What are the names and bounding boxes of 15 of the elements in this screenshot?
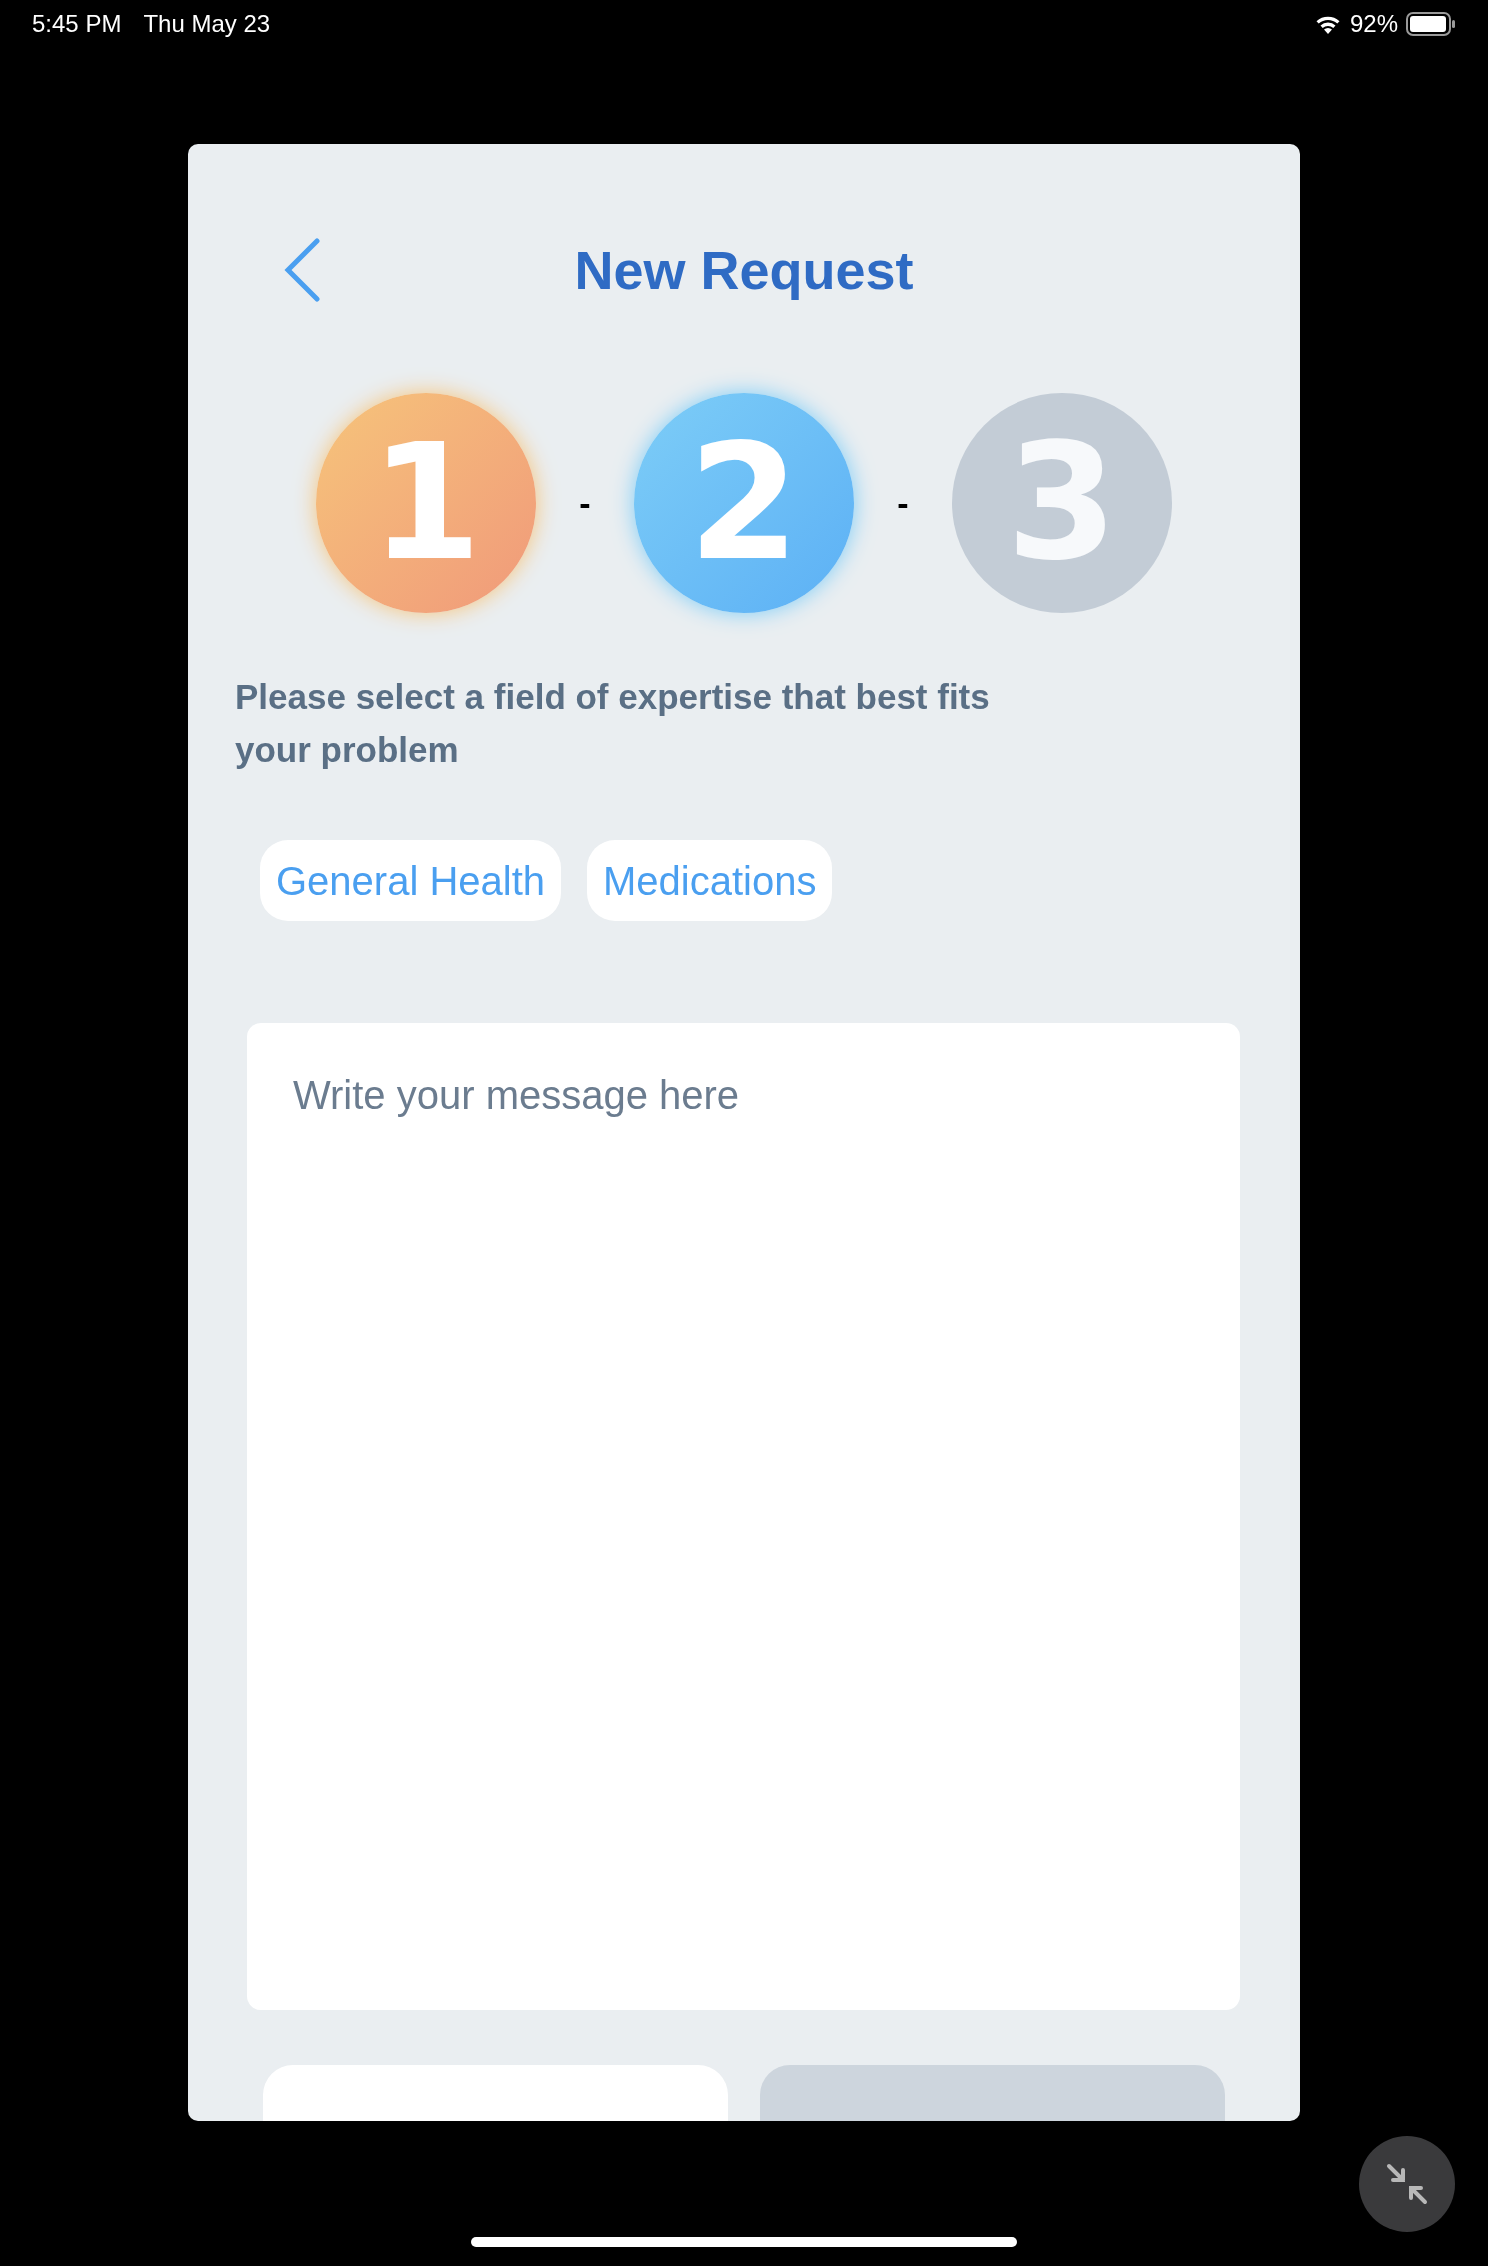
step-indicator: 2 — [634, 393, 854, 613]
step-indicator: 1 — [316, 393, 536, 613]
minimize-arrows-icon — [1385, 2162, 1429, 2206]
category-chip[interactable]: General Health — [260, 840, 562, 921]
category-chip[interactable]: Medications — [587, 840, 833, 921]
battery-icon — [1406, 12, 1456, 36]
status-date: Thu May 23 — [143, 9, 271, 39]
step-separator: - — [578, 482, 592, 524]
message-field[interactable]: Write your message here — [247, 1023, 1240, 2010]
status-time: 5:45 PM — [32, 9, 122, 39]
back-chevron-icon — [283, 238, 321, 302]
battery-percentage: 92% — [1349, 9, 1398, 39]
instruction-text: Please select a field of expertise that best fits your problem — [235, 676, 991, 771]
step-separator: - — [896, 482, 910, 524]
page-title: New Request — [574, 238, 914, 302]
